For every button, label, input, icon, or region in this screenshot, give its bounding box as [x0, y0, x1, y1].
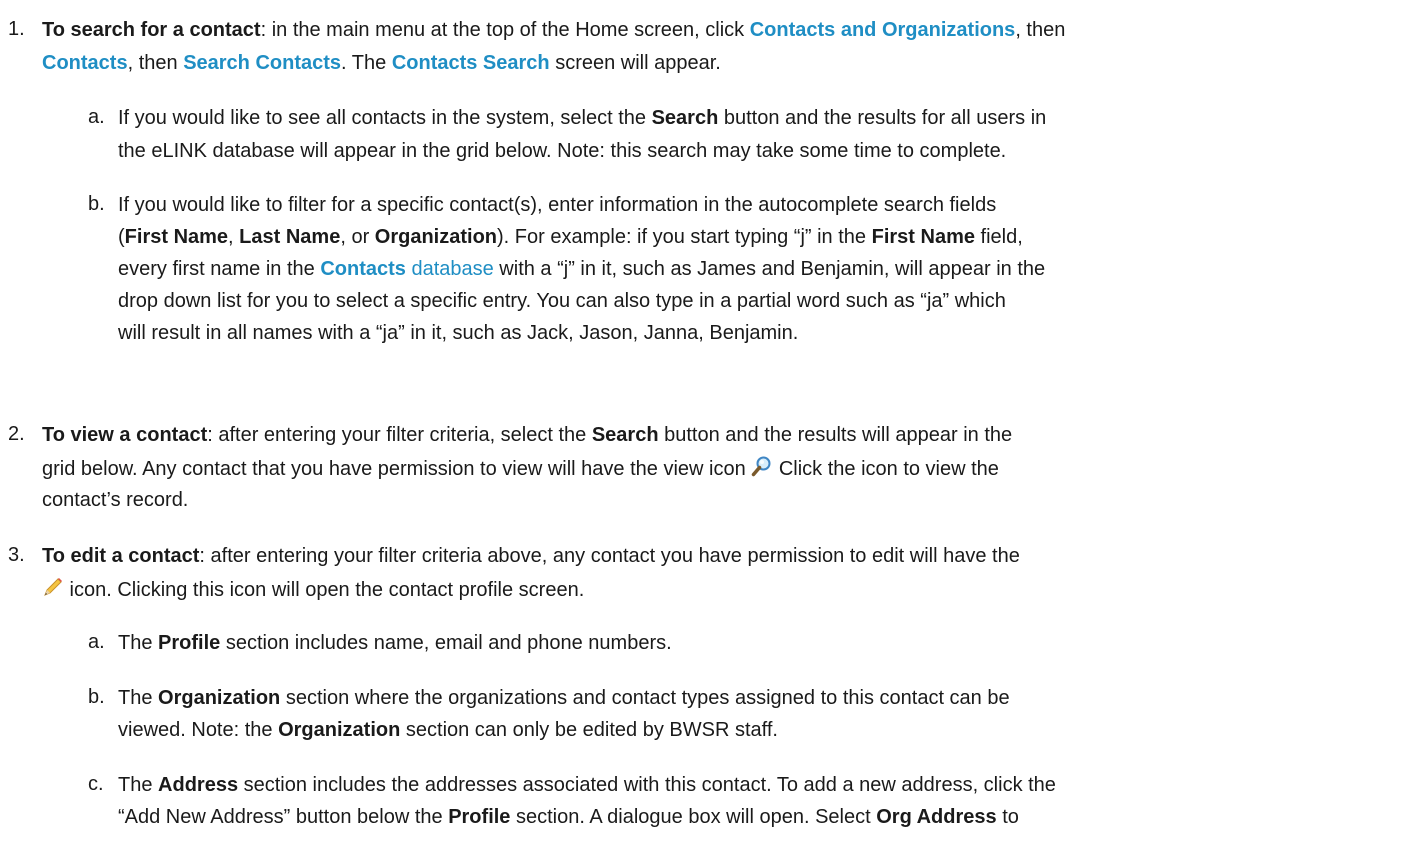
magnifier-icon[interactable] [751, 455, 773, 484]
bold-text: To view a contact [42, 424, 208, 446]
sub-letter: b. [88, 193, 105, 215]
text-run: viewed. Note: the [118, 719, 279, 741]
text-run: section can only be edited by BWSR staff… [400, 719, 778, 741]
text-run: contact’s record. [42, 489, 189, 511]
bold-text[interactable]: Search Contacts [183, 52, 341, 74]
item-3b-line-2: viewed. Note: the Organization section c… [118, 717, 778, 743]
text-run: drop down list for you to select a speci… [118, 290, 1006, 312]
text-run: grid below. Any contact that you have pe… [42, 457, 752, 480]
text-run: The [118, 632, 159, 654]
text-run: section. A dialogue box will open. Selec… [510, 806, 877, 828]
text-run: ( [118, 226, 125, 248]
item-3b-line-1: The Organization section where the organ… [118, 685, 1010, 711]
link-text[interactable]: database [406, 258, 493, 280]
item-1b-line-3: every first name in the Contacts databas… [118, 256, 1045, 282]
bold-text: Profile [158, 632, 221, 654]
text-run: will result in all names with a “ja” in … [118, 322, 799, 344]
item-1-line-1: To search for a contact: in the main men… [42, 17, 1065, 43]
item-1-line-2: Contacts, then Search Contacts. The Cont… [42, 50, 721, 76]
bold-text: Last Name [239, 226, 341, 248]
pencil-icon[interactable] [42, 576, 64, 605]
text-run: , [228, 226, 240, 248]
item-3a-line-1: The Profile section includes name, email… [118, 630, 672, 656]
bold-text: First Name [124, 226, 229, 248]
item-1b-line-1: If you would like to filter for a specif… [118, 192, 996, 218]
item-3c-line-1: The Address section includes the address… [118, 772, 1056, 798]
item-2-line-2: grid below. Any contact that you have pe… [42, 455, 999, 484]
text-run: section includes the addresses associate… [238, 774, 1056, 796]
text-run: , then [1015, 19, 1066, 41]
item-3c-line-2: “Add New Address” button below the Profi… [118, 804, 1019, 830]
text-run: button and the results for all users in [718, 107, 1047, 129]
text-run: field, [974, 226, 1023, 248]
bold-text: Org Address [876, 806, 997, 828]
item-1b-line-2: (First Name, Last Name, or Organization)… [118, 224, 1023, 250]
bold-text: To edit a contact [42, 545, 200, 567]
text-run: every first name in the [118, 258, 321, 280]
text-run: to [996, 806, 1019, 828]
text-run: Click the icon to view the [773, 457, 999, 480]
text-run: If you would like to see all contacts in… [118, 107, 652, 129]
bold-text: Profile [448, 806, 511, 828]
item-1a-line-2: the eLINK database will appear in the gr… [118, 138, 1006, 164]
bold-text: Search [651, 107, 719, 129]
item-2-line-1: To view a contact: after entering your f… [42, 422, 1012, 448]
text-run: section where the organizations and cont… [280, 687, 1010, 709]
item-3-line-2: icon. Clicking this icon will open the c… [42, 576, 584, 605]
item-1b-line-5: will result in all names with a “ja” in … [118, 320, 798, 346]
item-1b-line-4: drop down list for you to select a speci… [118, 288, 1006, 314]
bold-text: Organization [158, 687, 281, 709]
text-run: : after entering your filter criteria ab… [199, 545, 1020, 567]
text-run: section includes name, email and phone n… [220, 632, 672, 654]
sub-letter: c. [88, 773, 104, 795]
text-run: : in the main menu at the top of the Hom… [260, 19, 750, 41]
bold-text: Search [591, 424, 659, 446]
text-run: The [118, 774, 159, 796]
item-3-line-1: To edit a contact: after entering your f… [42, 543, 1020, 569]
text-run: : after entering your filter criteria, s… [207, 424, 592, 446]
text-run: , then [127, 52, 184, 74]
bold-text[interactable]: Contacts [320, 258, 406, 280]
text-run: with a “j” in it, such as James and Benj… [493, 258, 1046, 280]
text-run: “Add New Address” button below the [118, 806, 449, 828]
bold-text: Address [158, 774, 239, 796]
sub-letter: a. [88, 631, 105, 653]
sub-letter: a. [88, 106, 105, 128]
text-run: The [118, 687, 159, 709]
text-run: If you would like to filter for a specif… [118, 194, 997, 216]
text-run: the eLINK database will appear in the gr… [118, 140, 1007, 162]
item-2-line-3: contact’s record. [42, 487, 188, 513]
bold-text: Organization [278, 719, 401, 741]
text-run: screen will appear. [549, 52, 721, 74]
document-page: 1. To search for a contact: in the main … [0, 0, 1418, 853]
text-run: , or [340, 226, 375, 248]
bold-text[interactable]: Contacts [42, 52, 128, 74]
text-run: icon. Clicking this icon will open the c… [64, 578, 585, 601]
sub-letter: b. [88, 686, 105, 708]
text-run: button and the results will appear in th… [658, 424, 1013, 446]
bold-text: First Name [871, 226, 975, 248]
text-run: ). For example: if you start typing “j” … [497, 226, 872, 248]
item-1a-line-1: If you would like to see all contacts in… [118, 105, 1046, 131]
bold-text: Organization [374, 226, 498, 248]
bold-text: To search for a contact [42, 19, 261, 41]
bold-text[interactable]: Contacts Search [392, 52, 550, 74]
bold-text[interactable]: Contacts and Organizations [750, 19, 1016, 41]
text-run: . The [341, 52, 392, 74]
